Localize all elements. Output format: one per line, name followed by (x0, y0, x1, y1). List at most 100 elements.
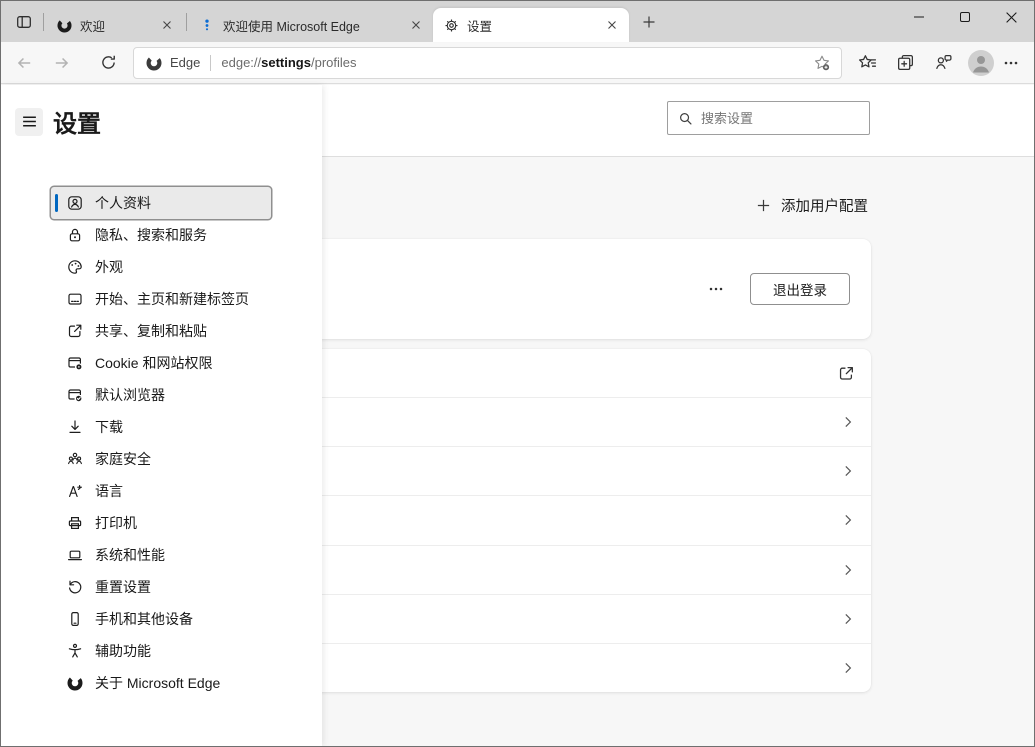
navigation-bar: Edge edge://settings/profiles (1, 42, 1034, 84)
sidebar-item-accessibility[interactable]: 辅助功能 (51, 635, 271, 667)
sidebar-item-label: 系统和性能 (95, 545, 165, 565)
gear-icon (443, 17, 459, 33)
sidebar-item-downloads[interactable]: 下载 (51, 411, 271, 443)
sidebar-item-start-home-newtab[interactable]: 开始、主页和新建标签页 (51, 283, 271, 315)
sidebar-header: 设置 (1, 85, 322, 139)
sidebar-item-label: 隐私、搜索和服务 (95, 225, 207, 245)
sidebar-item-cookies-permissions[interactable]: Cookie 和网站权限 (51, 347, 271, 379)
edge-logo-icon (146, 55, 162, 71)
tab-actions-menu-button[interactable] (9, 7, 39, 37)
address-separator (210, 55, 211, 71)
maximize-button[interactable] (942, 1, 988, 33)
sidebar-item-privacy[interactable]: 隐私、搜索和服务 (51, 219, 271, 251)
sidebar-item-label: 辅助功能 (95, 641, 151, 661)
url-scheme: edge:// (221, 55, 261, 70)
chevron-right-icon (841, 661, 855, 675)
settings-page: 添加用户配置 退出登录 (1, 85, 1034, 746)
close-window-button[interactable] (988, 1, 1034, 33)
tab-welcome-edge[interactable]: 欢迎使用 Microsoft Edge (189, 8, 433, 42)
open-external-icon (838, 365, 855, 382)
url-path: /profiles (311, 55, 357, 70)
sidebar-item-phone-devices[interactable]: 手机和其他设备 (51, 603, 271, 635)
blue-dots-icon (199, 17, 215, 33)
url-host: settings (261, 55, 311, 70)
palette-icon (67, 259, 83, 275)
sidebar-item-about[interactable]: 关于 Microsoft Edge (51, 667, 271, 699)
printer-icon (67, 515, 83, 531)
tab-layout-icon (16, 14, 32, 30)
tab-settings-active[interactable]: 设置 (433, 8, 629, 42)
add-profile-button[interactable]: 添加用户配置 (756, 195, 868, 216)
cookie-permissions-icon (67, 355, 83, 371)
sidebar-item-languages[interactable]: 语言 (51, 475, 271, 507)
sidebar-item-profiles[interactable]: 个人资料 (51, 187, 271, 219)
tab-title: 欢迎 (80, 16, 152, 35)
accessibility-icon (67, 643, 83, 659)
tab-separator (43, 13, 44, 31)
sidebar-item-default-browser[interactable]: 默认浏览器 (51, 379, 271, 411)
sidebar-item-system-performance[interactable]: 系统和性能 (51, 539, 271, 571)
hamburger-icon (21, 113, 38, 130)
family-icon (67, 451, 83, 467)
share-icon (67, 323, 83, 339)
tab-bar: 欢迎 欢迎使用 Microsoft Edge (1, 1, 1034, 42)
sign-out-button[interactable]: 退出登录 (750, 273, 850, 305)
back-button[interactable] (9, 48, 39, 78)
sidebar-item-label: 默认浏览器 (95, 385, 165, 405)
feedback-button[interactable] (928, 48, 958, 78)
collections-button[interactable] (890, 48, 920, 78)
settings-search-input[interactable] (701, 111, 861, 126)
favorites-button[interactable] (852, 48, 882, 78)
close-tab-icon[interactable] (603, 16, 621, 34)
language-icon (67, 483, 83, 499)
sidebar-item-label: 手机和其他设备 (95, 609, 193, 629)
address-bar[interactable]: Edge edge://settings/profiles (133, 47, 842, 79)
menu-toggle-button[interactable] (15, 108, 43, 136)
sidebar-item-printers[interactable]: 打印机 (51, 507, 271, 539)
sidebar-item-reset-settings[interactable]: 重置设置 (51, 571, 271, 603)
sidebar-item-appearance[interactable]: 外观 (51, 251, 271, 283)
sidebar-item-label: Cookie 和网站权限 (95, 353, 212, 373)
minimize-button[interactable] (896, 1, 942, 33)
system-icon (67, 547, 83, 563)
sidebar-item-label: 开始、主页和新建标签页 (95, 289, 249, 309)
download-icon (67, 419, 83, 435)
forward-button[interactable] (47, 48, 77, 78)
url-text: edge://settings/profiles (221, 55, 356, 70)
page-title: 设置 (53, 104, 101, 139)
more-menu-button[interactable] (996, 48, 1026, 78)
settings-search-box[interactable] (667, 101, 870, 135)
sidebar-item-label: 语言 (95, 481, 123, 501)
reset-icon (67, 579, 83, 595)
sidebar-item-label: 关于 Microsoft Edge (95, 673, 220, 693)
close-tab-icon[interactable] (158, 16, 176, 34)
tab-welcome[interactable]: 欢迎 (46, 8, 184, 42)
profile-avatar[interactable] (966, 48, 996, 78)
add-favorite-button[interactable] (807, 48, 837, 78)
browser-window: 欢迎 欢迎使用 Microsoft Edge (0, 0, 1035, 747)
tab-title: 设置 (467, 16, 597, 35)
sidebar-item-label: 重置设置 (95, 577, 151, 597)
new-tab-page-icon (67, 291, 83, 307)
new-tab-button[interactable] (635, 8, 663, 36)
close-tab-icon[interactable] (407, 16, 425, 34)
sidebar-item-label: 外观 (95, 257, 123, 277)
window-controls (896, 1, 1034, 33)
sidebar-item-family-safety[interactable]: 家庭安全 (51, 443, 271, 475)
edge-logo-icon (67, 675, 83, 691)
sidebar-item-label: 打印机 (95, 513, 137, 533)
edge-logo-icon (56, 17, 72, 33)
chevron-right-icon (841, 464, 855, 478)
refresh-button[interactable] (93, 48, 123, 78)
sidebar-item-label: 家庭安全 (95, 449, 151, 469)
add-profile-label: 添加用户配置 (781, 195, 868, 216)
settings-sidebar: 设置 个人资料 (1, 85, 322, 746)
lock-icon (67, 227, 83, 243)
sidebar-nav: 个人资料 隐私、搜索和服务 (1, 187, 322, 699)
chevron-right-icon (841, 513, 855, 527)
chevron-right-icon (841, 415, 855, 429)
profile-more-button[interactable] (702, 275, 730, 303)
plus-icon (756, 198, 771, 213)
tab-title: 欢迎使用 Microsoft Edge (223, 16, 401, 35)
sidebar-item-share-copy-paste[interactable]: 共享、复制和粘贴 (51, 315, 271, 347)
